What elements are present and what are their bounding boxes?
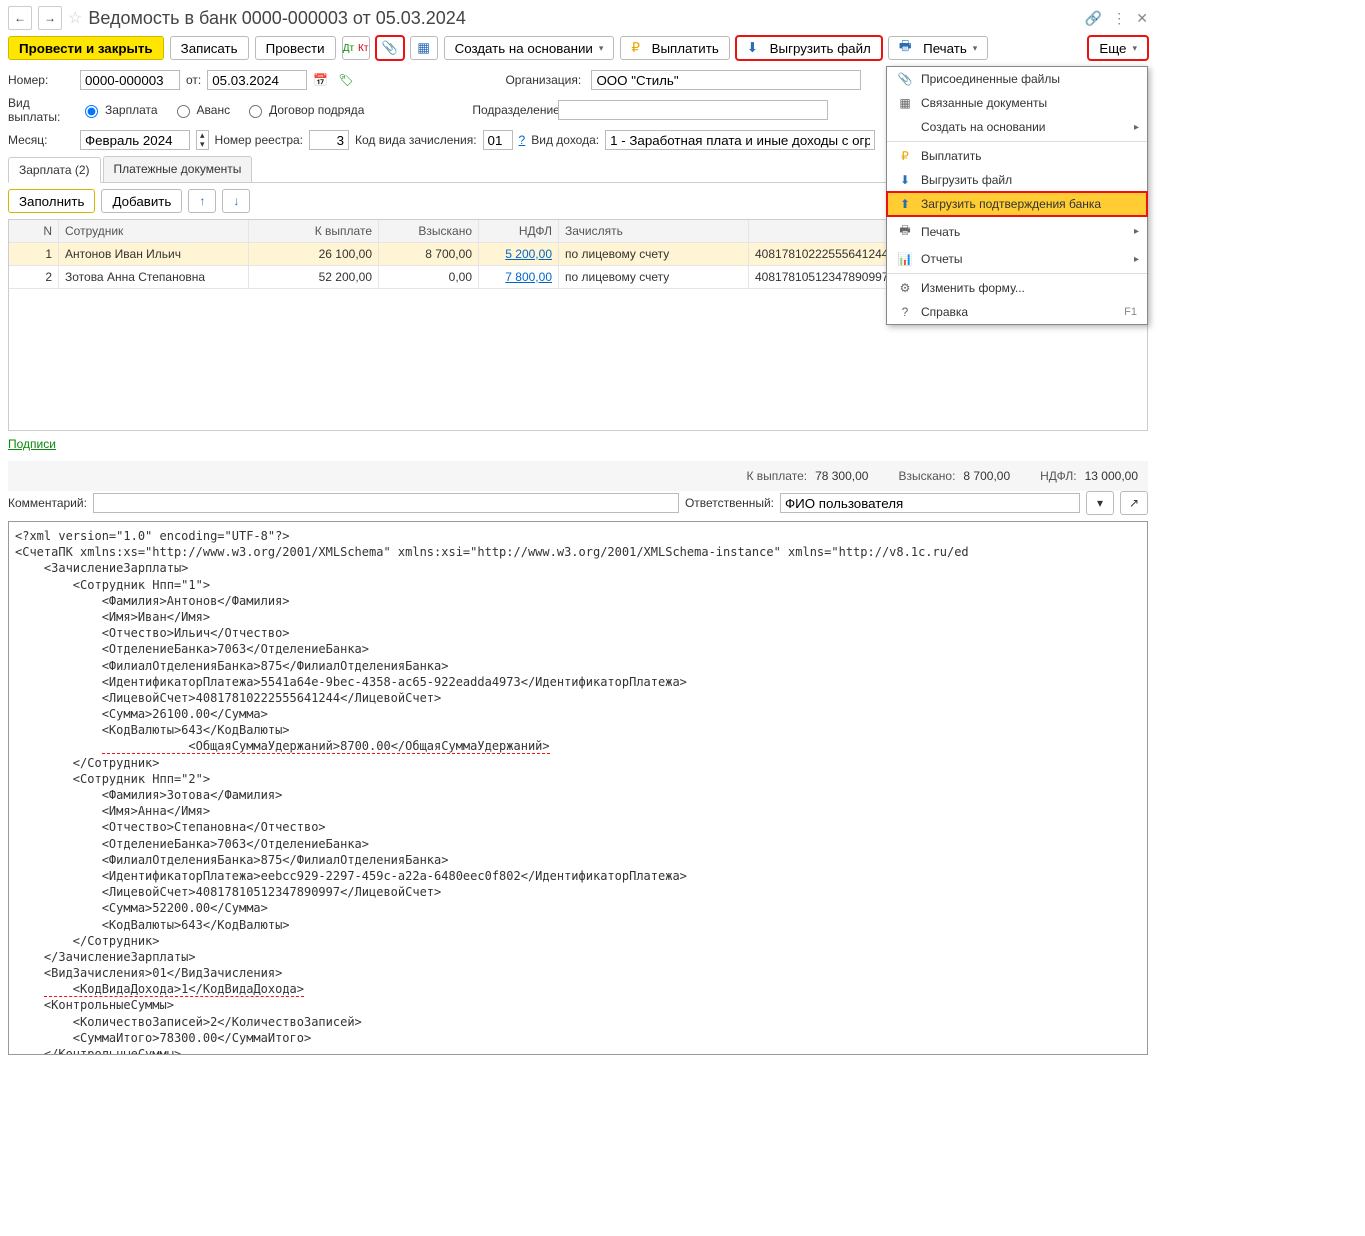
menu-create-based[interactable]: Создать на основании	[887, 115, 1147, 139]
close-icon[interactable]: ✕	[1136, 10, 1148, 27]
pay-button[interactable]: ₽ Выплатить	[620, 36, 729, 60]
print-icon: 🖶	[899, 37, 912, 59]
dept-input[interactable]	[558, 100, 828, 120]
write-button[interactable]: Записать	[170, 36, 249, 60]
reg-label: Номер реестра:	[215, 133, 303, 147]
dept-label: Подразделение:	[472, 103, 552, 117]
more-menu: 📎Присоединенные файлы ▦Связанные докумен…	[886, 66, 1148, 325]
menu-help[interactable]: ?СправкаF1	[887, 300, 1147, 324]
menu-print[interactable]: 🖶Печать	[887, 216, 1147, 247]
print-button[interactable]: 🖶 Печать	[888, 36, 989, 60]
radio-salary[interactable]: Зарплата	[80, 102, 158, 118]
attach-button[interactable]	[376, 36, 404, 60]
resp-drop[interactable]: ▾	[1086, 491, 1114, 515]
comment-input[interactable]	[93, 493, 679, 513]
radio-contract[interactable]: Договор подряда	[244, 102, 364, 118]
org-label: Организация:	[505, 73, 585, 87]
income-label: Вид дохода:	[531, 133, 599, 147]
post-close-button[interactable]: Провести и закрыть	[8, 36, 164, 60]
number-input[interactable]	[80, 70, 180, 90]
month-input[interactable]	[80, 130, 190, 150]
create-based-button[interactable]: Создать на основании	[444, 36, 615, 60]
tag-icon[interactable]: 🏷	[338, 73, 353, 87]
menu-reports[interactable]: 📊Отчеты	[887, 247, 1147, 271]
window-title: Ведомость в банк 0000-000003 от 05.03.20…	[88, 8, 1078, 29]
income-input[interactable]	[605, 130, 875, 150]
menu-load-confirmation[interactable]: ⬆Загрузить подтверждения банка	[887, 192, 1147, 216]
totals-bar: К выплате:78 300,00 Взыскано:8 700,00 НД…	[8, 461, 1148, 491]
xml-preview: <?xml version="1.0" encoding="UTF-8"?> <…	[8, 521, 1148, 1055]
resp-open[interactable]: ↗	[1120, 491, 1148, 515]
menu-export-file[interactable]: ⬇Выгрузить файл	[887, 168, 1147, 192]
more-button[interactable]: Еще	[1088, 36, 1148, 60]
star-icon[interactable]: ☆	[68, 8, 82, 28]
paytype-label: Вид выплаты:	[8, 96, 74, 124]
add-button[interactable]: Добавить	[101, 189, 182, 213]
post-button[interactable]: Провести	[255, 36, 336, 60]
org-input[interactable]	[591, 70, 861, 90]
resp-input[interactable]	[780, 493, 1080, 513]
reg-input[interactable]	[309, 130, 349, 150]
export-file-button[interactable]: ⬇ Выгрузить файл	[736, 36, 882, 60]
menu-attached-files[interactable]: 📎Присоединенные файлы	[887, 67, 1147, 91]
more-icon[interactable]: ⋮	[1112, 10, 1126, 27]
related-button[interactable]: ▦	[410, 36, 438, 60]
comment-label: Комментарий:	[8, 496, 87, 510]
radio-advance[interactable]: Аванс	[172, 102, 231, 118]
from-label: от:	[186, 73, 201, 87]
attach-icon	[381, 40, 397, 56]
link-icon[interactable]: 🔗	[1085, 10, 1102, 27]
dtkt-button[interactable]: ДтКт	[342, 36, 370, 60]
tab-payment-docs[interactable]: Платежные документы	[103, 156, 253, 182]
month-stepper[interactable]: ▴▾	[196, 130, 209, 150]
move-down[interactable]: ↓	[222, 189, 250, 213]
nav-back[interactable]: ←	[8, 6, 32, 30]
menu-pay[interactable]: ₽Выплатить	[887, 144, 1147, 168]
move-up[interactable]: ↑	[188, 189, 216, 213]
number-label: Номер:	[8, 73, 74, 87]
acc-code-input[interactable]	[483, 130, 513, 150]
calendar-icon[interactable]: 📅	[313, 73, 328, 87]
tab-salary[interactable]: Зарплата (2)	[8, 157, 101, 183]
date-input[interactable]	[207, 70, 307, 90]
nav-fwd[interactable]: →	[38, 6, 62, 30]
help-icon[interactable]: ?	[519, 133, 526, 147]
menu-change-form[interactable]: ⚙Изменить форму...	[887, 276, 1147, 300]
fill-button[interactable]: Заполнить	[8, 189, 95, 213]
signatures-link[interactable]: Подписи	[8, 437, 56, 451]
month-label: Месяц:	[8, 133, 74, 147]
resp-label: Ответственный:	[685, 496, 774, 510]
acc-code-label: Код вида зачисления:	[355, 133, 477, 147]
menu-related-docs[interactable]: ▦Связанные документы	[887, 91, 1147, 115]
